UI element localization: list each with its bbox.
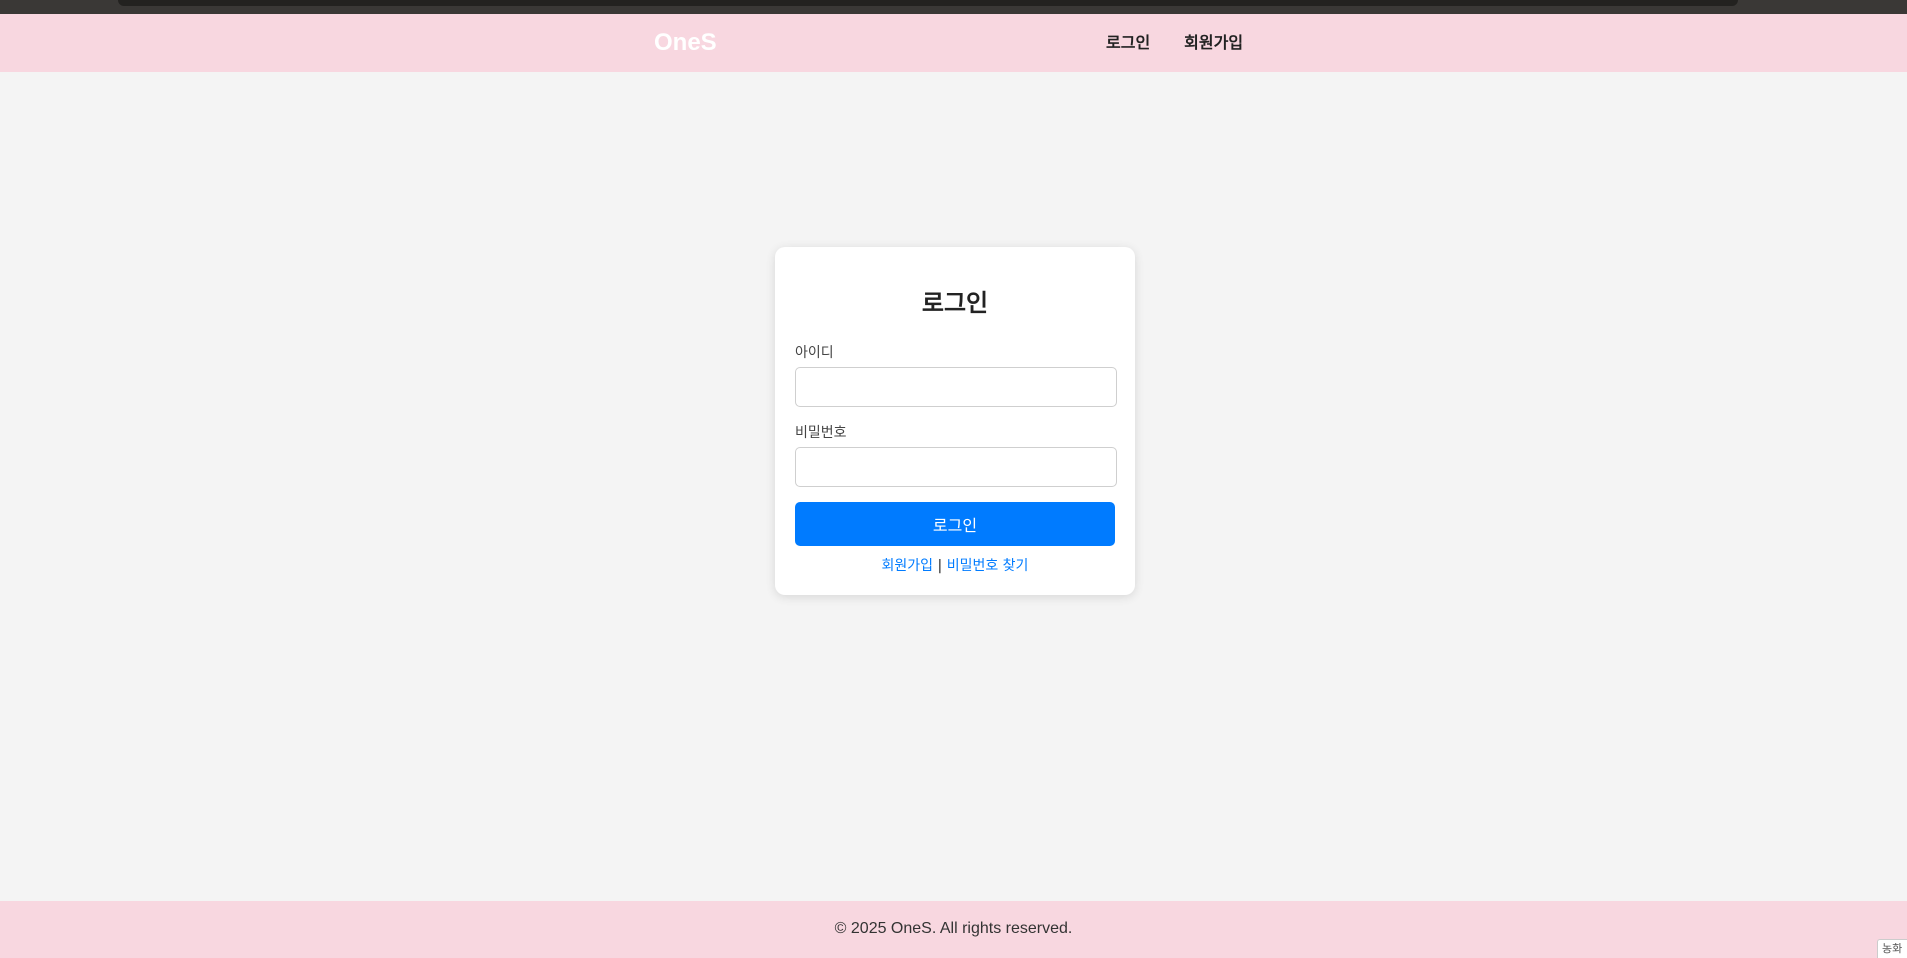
password-label: 비밀번호 bbox=[795, 425, 847, 441]
id-label: 아이디 bbox=[795, 345, 834, 361]
password-input[interactable] bbox=[795, 447, 1117, 487]
site-footer: © 2025 OneS. All rights reserved. bbox=[0, 901, 1907, 958]
link-separator: | bbox=[937, 558, 943, 574]
auth-links: 회원가입 | 비밀번호 찾기 bbox=[775, 557, 1135, 575]
find-password-link[interactable]: 비밀번호 찾기 bbox=[947, 558, 1029, 574]
site-header: OneS 로그인 회원가입 bbox=[0, 14, 1907, 72]
login-title: 로그인 bbox=[921, 289, 989, 317]
header-nav: 로그인 회원가입 bbox=[1106, 32, 1243, 54]
site-logo[interactable]: OneS bbox=[654, 28, 717, 58]
nav-signup-link[interactable]: 회원가입 bbox=[1184, 32, 1243, 54]
signup-link[interactable]: 회원가입 bbox=[882, 558, 934, 574]
nav-login-link[interactable]: 로그인 bbox=[1106, 32, 1150, 54]
login-card: 로그인 아이디 비밀번호 로그인 회원가입 | 비밀번호 찾기 bbox=[775, 247, 1135, 595]
browser-chrome-strip bbox=[0, 0, 1907, 14]
footer-copyright: © 2025 OneS. All rights reserved. bbox=[834, 920, 1073, 937]
corner-widget-tab[interactable]: 농화 bbox=[1877, 939, 1907, 958]
login-submit-button[interactable]: 로그인 bbox=[795, 502, 1115, 546]
browser-address-bar-edge bbox=[118, 0, 1738, 6]
id-input[interactable] bbox=[795, 367, 1117, 407]
